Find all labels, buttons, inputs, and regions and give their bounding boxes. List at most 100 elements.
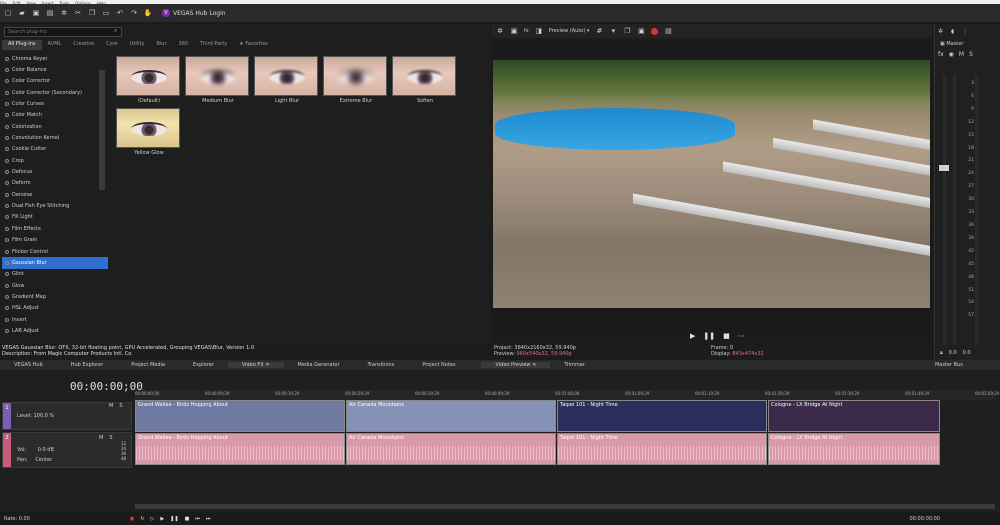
preset-light-blur[interactable]: Light Blur	[254, 56, 320, 104]
plugin-list-item[interactable]: Colorization	[2, 121, 108, 132]
audio-mute-button[interactable]: M	[99, 435, 103, 441]
paste-icon[interactable]: ▭	[102, 9, 110, 17]
tab-master-bus[interactable]: Master Bus	[921, 362, 977, 368]
plugin-list-item[interactable]: Cookie Cutter	[2, 144, 108, 155]
redo-icon[interactable]: ↷	[130, 9, 138, 17]
video-solo-button[interactable]: S	[119, 403, 122, 409]
tab-vegas-hub[interactable]: VEGAS Hub	[0, 362, 57, 368]
plugin-list-item[interactable]: Color Balance	[2, 64, 108, 75]
video-clip[interactable]: Air Canada Mountains	[346, 400, 556, 432]
plugin-list-item[interactable]: Convolution Kernel	[2, 132, 108, 143]
plugin-list-item[interactable]: Glint	[2, 269, 108, 280]
plugin-list-item[interactable]: Glow	[2, 280, 108, 291]
plugin-list-item[interactable]: Invert	[2, 314, 108, 325]
preview-settings-gear-icon[interactable]: ✲	[496, 27, 504, 35]
downmix-icon[interactable]: ◖	[951, 28, 954, 35]
video-clip[interactable]: Grand Wailea - Birds Hopping About	[135, 400, 345, 432]
plugin-list-scrollbar[interactable]	[99, 70, 105, 190]
save-icon[interactable]: ▣	[32, 9, 40, 17]
plugin-list-item[interactable]: Color Match	[2, 110, 108, 121]
tab-third-party[interactable]: Third Party	[194, 40, 233, 50]
open-folder-icon[interactable]: ▰	[18, 9, 26, 17]
master-mute-button[interactable]: M	[959, 51, 964, 58]
preset-extreme-blur[interactable]: Extreme Blur	[323, 56, 389, 104]
split-screen-icon[interactable]: ◨	[535, 27, 543, 35]
chevron-down-icon[interactable]: ▾	[609, 27, 617, 35]
record-icon[interactable]	[651, 27, 659, 35]
tab-video-fx[interactable]: Video FX ✕	[227, 362, 284, 368]
render-icon[interactable]: ▤	[46, 9, 54, 17]
tab-creative[interactable]: Creative	[67, 40, 100, 50]
save-snapshot-icon[interactable]: ▣	[637, 27, 645, 35]
copy-icon[interactable]: ❐	[88, 9, 96, 17]
go-to-end-icon[interactable]: ⏭	[206, 516, 211, 522]
tab-media-generator[interactable]: Media Generator	[284, 362, 354, 368]
plugin-list-item[interactable]: Flicker Control	[2, 246, 108, 257]
plugin-list-item[interactable]: Gradient Map	[2, 291, 108, 302]
loop-icon[interactable]: ↻	[140, 516, 144, 522]
play-icon[interactable]: ▶	[690, 332, 695, 340]
hand-icon[interactable]: ✋	[144, 9, 153, 17]
settings-gear-icon[interactable]: ✲	[60, 9, 68, 17]
master-fader-handle[interactable]	[939, 165, 949, 171]
plugin-list-item[interactable]: Chroma Keyer	[2, 53, 108, 64]
preset-medium-blur[interactable]: Medium Blur	[185, 56, 251, 104]
lock-icon[interactable]: 🔒︎	[940, 350, 943, 356]
video-clip[interactable]: Cologne - LX Bridge At Night	[768, 400, 940, 432]
plugin-list-item[interactable]: Color Curves	[2, 98, 108, 109]
timeline-horizontal-scrollbar[interactable]	[135, 504, 995, 509]
overlays-grid-icon[interactable]: #	[595, 27, 603, 35]
plugin-list-item[interactable]: Defocus	[2, 166, 108, 177]
master-options-icon[interactable]: ⋮	[962, 28, 968, 35]
undo-icon[interactable]: ↶	[116, 9, 124, 17]
preset-default[interactable]: (Default)	[116, 56, 182, 104]
copy-snapshot-icon[interactable]: ❐	[623, 27, 631, 35]
tab-favorites[interactable]: ★ Favorites	[233, 40, 274, 50]
audio-solo-button[interactable]: S	[109, 435, 112, 441]
plugin-list-item[interactable]: Color Corrector	[2, 76, 108, 87]
plugin-list-item[interactable]: LAB Adjust	[2, 325, 108, 336]
stop-icon[interactable]: ■	[185, 516, 190, 522]
tab-explorer[interactable]: Explorer	[179, 362, 228, 368]
new-file-icon[interactable]: ▢	[4, 9, 12, 17]
external-monitor-icon[interactable]: ▣	[510, 27, 518, 35]
video-clip[interactable]: Taipei 101 - Night Time	[557, 400, 767, 432]
plugin-list-item[interactable]: HSL Adjust	[2, 303, 108, 314]
tab-blur[interactable]: Blur	[150, 40, 172, 50]
audio-clip[interactable]: Cologne - LX Bridge At Night	[768, 433, 940, 465]
cut-icon[interactable]: ✂	[74, 9, 82, 17]
search-icon[interactable]: ⌕	[114, 27, 122, 37]
tab-project-media[interactable]: Project Media	[117, 362, 179, 368]
plugin-list-item[interactable]: Crop	[2, 155, 108, 166]
tab-close-icon[interactable]: ✕	[265, 362, 269, 368]
master-settings-gear-icon[interactable]: ✲	[938, 28, 943, 35]
tab-close-icon[interactable]: ✕	[532, 362, 536, 368]
master-solo-button[interactable]: S	[969, 51, 973, 58]
record-icon[interactable]: ●	[130, 516, 134, 522]
tab-hub-explorer[interactable]: Hub Explorer	[57, 362, 118, 368]
stop-icon[interactable]: ■	[723, 332, 730, 340]
plugin-list-item[interactable]: Film Effects	[2, 223, 108, 234]
tab-transitions[interactable]: Transitions	[354, 362, 409, 368]
play-from-start-icon[interactable]: ▷	[150, 516, 154, 522]
preset-soften[interactable]: Soften	[392, 56, 458, 104]
plugin-list-item[interactable]: Color Corrector (Secondary)	[2, 87, 108, 98]
more-options-icon[interactable]: ⋯	[738, 332, 745, 340]
audio-clip[interactable]: Grand Wailea - Birds Hopping About	[135, 433, 345, 465]
video-fx-button[interactable]: fx	[524, 28, 529, 34]
plugin-list-item[interactable]: Fill Light	[2, 212, 108, 223]
master-fader-track[interactable]	[943, 75, 946, 345]
audio-clip[interactable]: Taipei 101 - Night Time	[557, 433, 767, 465]
hub-login-button[interactable]: V VEGAS Hub Login	[162, 9, 226, 17]
video-mute-button[interactable]: M	[109, 403, 113, 409]
video-track-header[interactable]: 1 Level: 100.0 % M S	[2, 402, 132, 430]
preset-yellow-glow[interactable]: Yellow Glow	[116, 108, 182, 156]
tab-trimmer[interactable]: Trimmer	[550, 362, 599, 368]
plugin-list-item[interactable]: Gaussian Blur	[2, 257, 108, 269]
plugin-list-item[interactable]: Film Grain	[2, 235, 108, 246]
tab-utility[interactable]: Utility	[124, 40, 151, 50]
play-icon[interactable]: ▶	[160, 516, 164, 522]
tab-all-plugins[interactable]: All Plug-ins	[2, 40, 42, 50]
tab-360[interactable]: 360	[173, 40, 195, 50]
preview-quality-dropdown[interactable]: Preview (Auto) ▾	[549, 28, 590, 34]
